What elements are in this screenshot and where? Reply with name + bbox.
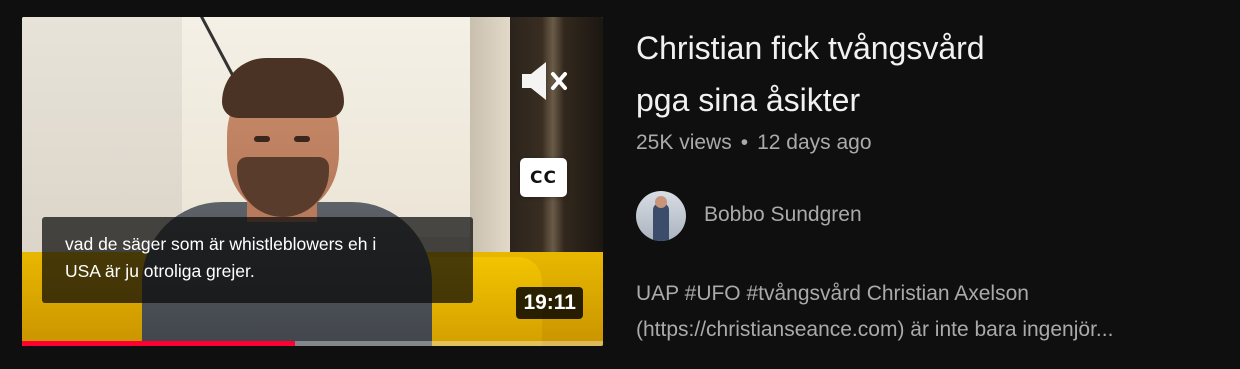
video-metadata: 25K views • 12 days ago xyxy=(636,131,872,155)
upload-age: 12 days ago xyxy=(757,131,872,154)
channel-name-link[interactable]: Bobbo Sundgren xyxy=(704,203,862,227)
person-hair xyxy=(222,58,344,118)
video-duration-badge: 19:11 xyxy=(516,287,583,319)
cc-label: CC xyxy=(530,167,557,188)
video-description-snippet: UAP #UFO #tvångsvård Christian Axelson (… xyxy=(636,276,1221,348)
channel-avatar[interactable] xyxy=(636,191,686,241)
avatar-figure-head xyxy=(655,196,667,208)
person-eye-left xyxy=(254,136,270,142)
video-progress-fill xyxy=(22,341,296,346)
video-progress-bar[interactable] xyxy=(22,341,603,346)
video-thumbnail[interactable]: CC vad de säger som är whistleblowers eh… xyxy=(22,17,603,346)
video-title[interactable]: Christian fick tvångsvård pga sina åsikt… xyxy=(636,22,1196,126)
description-line-2: (https://christianseance.com) är inte ba… xyxy=(636,318,1114,341)
closed-captions-button[interactable]: CC xyxy=(520,158,567,197)
person-eye-right xyxy=(294,136,310,142)
view-count: 25K views xyxy=(636,131,732,154)
meta-separator: • xyxy=(740,131,749,154)
subtitle-caption: vad de säger som är whistleblowers eh i … xyxy=(42,217,473,303)
description-line-1: UAP #UFO #tvångsvård Christian Axelson xyxy=(636,282,1029,305)
avatar-figure-body xyxy=(653,203,669,241)
volume-muted-icon[interactable] xyxy=(520,59,572,103)
